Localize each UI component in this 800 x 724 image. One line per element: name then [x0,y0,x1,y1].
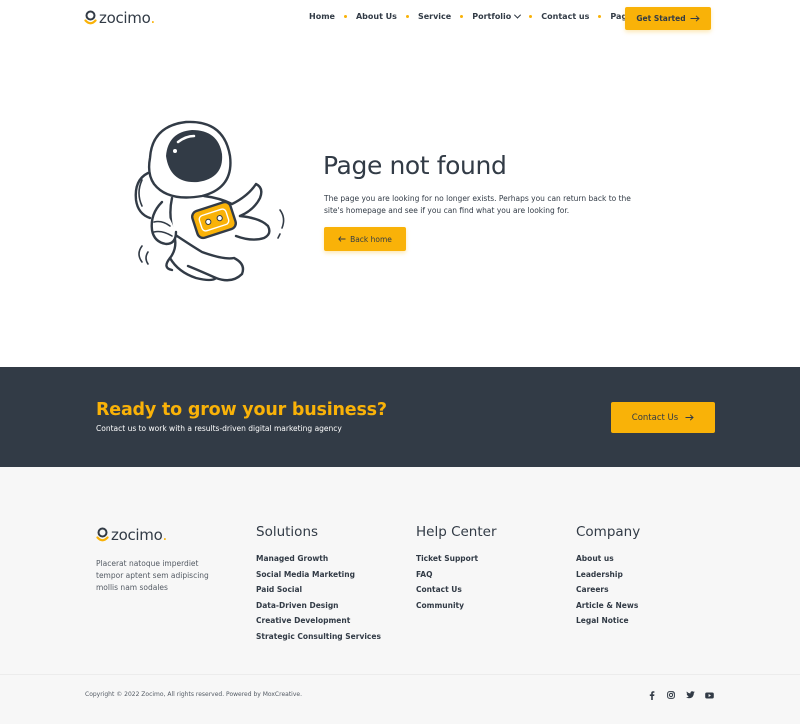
site-header: zocimo. Home About Us Service Portfolio … [0,0,800,38]
footer-link[interactable]: Legal Notice [576,613,640,629]
logo[interactable]: zocimo. [84,9,155,27]
nav-separator-dot [529,15,533,18]
logo-dot: . [162,526,168,544]
instagram-icon[interactable] [665,689,677,701]
nav-about-label: About Us [355,12,397,21]
youtube-icon[interactable] [703,689,715,701]
footer-column-title: Help Center [416,524,497,540]
footer-link[interactable]: Contact Us [416,582,497,598]
footer-link[interactable]: About us [576,551,640,567]
contact-us-label: Contact Us [631,412,679,423]
nav-contact-label: Contact us [541,12,590,21]
back-home-label: Back home [350,234,392,244]
logo-text: zocimo [111,526,163,544]
nav-separator-dot [460,15,464,18]
nav-home[interactable]: Home [309,12,335,21]
footer-link[interactable]: Ticket Support [416,551,497,567]
footer-column-title: Solutions [256,524,319,540]
twitter-icon[interactable] [684,689,696,701]
footer-column-help-center: Help Center Ticket Support FAQ Contact U… [416,524,497,613]
footer-column-solutions: Solutions Managed Growth Social Media Ma… [256,524,381,644]
astronaut-illustration [134,120,285,282]
nav-portfolio[interactable]: Portfolio [472,11,522,21]
cta-subtitle: Contact us to work with a results-driven… [96,424,342,433]
copyright-text: Copyright © 2022 Zocimo, All rights rese… [85,691,302,698]
footer-logo[interactable]: zocimo. [96,526,167,544]
footer-description: Placerat natoque imperdiet tempor aptent… [96,559,209,592]
footer-link[interactable]: Leadership [576,567,640,583]
logo-dot: . [150,9,156,27]
nav-separator-dot [598,15,602,18]
arrow-right-icon [690,15,700,22]
logo-icon [96,527,109,542]
main-nav: Home About Us Service Portfolio Contact … [309,11,643,21]
footer-column-title: Company [576,524,641,540]
footer-link[interactable]: Careers [576,582,640,598]
footer-link[interactable]: Strategic Consulting Services [256,629,381,645]
footer-link[interactable]: Paid Social [256,582,381,598]
contact-us-button[interactable]: Contact Us [611,402,715,433]
arrow-right-icon [685,414,694,421]
nav-contact-us[interactable]: Contact us [541,12,589,21]
footer-link[interactable]: Managed Growth [256,551,381,567]
footer-column-company: Company About us Leadership Careers Arti… [576,524,640,629]
nav-portfolio-label: Portfolio [472,12,512,21]
not-found-description: The page you are looking for no longer e… [324,194,631,215]
logo-text: zocimo [99,9,151,27]
footer-bottom-bar: Copyright © 2022 Zocimo, All rights rese… [0,674,800,724]
social-links [646,689,722,701]
nav-separator-dot [343,15,347,18]
footer-link[interactable]: Article & News [576,598,640,614]
chevron-down-icon [514,11,522,19]
nav-service[interactable]: Service [418,12,451,21]
site-footer: zocimo. Placerat natoque imperdiet tempo… [0,467,800,674]
page-title: Page not found [323,151,507,180]
footer-link[interactable]: Data-Driven Design [256,598,381,614]
arrow-left-icon [338,236,346,242]
cta-banner: Ready to grow your business? Contact us … [0,367,800,467]
logo-icon [84,10,97,25]
footer-link[interactable]: Social Media Marketing [256,567,381,583]
nav-home-label: Home [309,12,335,21]
facebook-icon[interactable] [646,689,658,701]
get-started-label: Get Started [636,14,686,23]
nav-separator-dot [405,15,409,18]
footer-link[interactable]: Creative Development [256,613,381,629]
nav-service-label: Service [417,12,452,21]
nav-about-us[interactable]: About Us [356,12,397,21]
get-started-button[interactable]: Get Started [625,7,711,30]
footer-link[interactable]: FAQ [416,567,497,583]
footer-link[interactable]: Community [416,598,497,614]
back-home-button[interactable]: Back home [324,227,406,251]
cta-title: Ready to grow your business? [96,400,387,420]
